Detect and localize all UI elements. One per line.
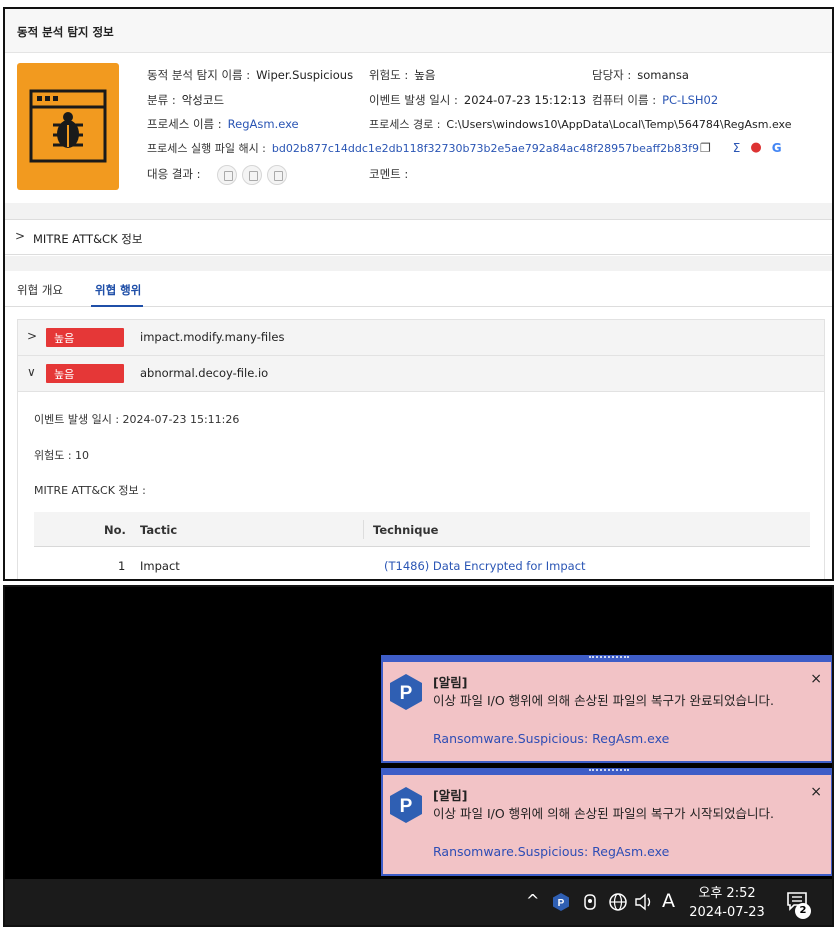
- tab-active-indicator: [91, 305, 143, 307]
- category-field: 분류 : 악성코드: [147, 93, 225, 107]
- clock-date: 2024-07-23: [689, 905, 765, 920]
- detection-panel: 동적 분석 탐지 정보 동적 분석 탐지 이름 : Wiper.Suspiciou…: [3, 7, 834, 581]
- privacy-logo-icon: P: [390, 787, 422, 823]
- threat-list: > 높음 impact.modify.many-files ∨ 높음 abnor…: [17, 319, 825, 579]
- tab-bar: 위협 개요 위협 행위: [5, 271, 832, 307]
- threat-row[interactable]: ∨ 높음 abnormal.decoy-file.io: [18, 356, 824, 392]
- privacy-logo-icon: P: [390, 674, 422, 710]
- sigma-icon[interactable]: Σ: [733, 141, 741, 155]
- toast-source: Ransomware.Suspicious: RegAsm.exe: [433, 731, 670, 746]
- notification-toast[interactable]: P [알림] 이상 파일 I/O 행위에 의해 손상된 파일의 복구가 완료되었…: [381, 655, 832, 763]
- row-tactic: Impact: [140, 559, 180, 573]
- detail-event-time: 이벤트 발생 일시 : 2024-07-23 15:11:26: [34, 413, 240, 426]
- table-header: No. Tactic Technique: [34, 512, 810, 547]
- svg-text:P: P: [558, 898, 565, 909]
- notification-toast[interactable]: P [알림] 이상 파일 I/O 행위에 의해 손상된 파일의 복구가 시작되었…: [381, 768, 832, 876]
- col-technique: Technique: [373, 523, 439, 537]
- taskbar: ^ P A 오후 2:52 2024-07-23 2: [5, 879, 832, 925]
- chevron-up-icon[interactable]: ^: [526, 891, 539, 910]
- computer-name-link[interactable]: PC-LSH02: [662, 93, 718, 107]
- svg-text:P: P: [400, 796, 413, 817]
- svg-text:P: P: [400, 683, 413, 704]
- toast-title: [알림]: [433, 675, 468, 690]
- google-icon[interactable]: G: [772, 141, 782, 155]
- network-globe-icon[interactable]: [608, 892, 628, 912]
- copy-icon[interactable]: ❐: [700, 141, 711, 155]
- toast-source: Ransomware.Suspicious: RegAsm.exe: [433, 844, 670, 859]
- detect-name-field: 동적 분석 탐지 이름 : Wiper.Suspicious: [147, 68, 354, 82]
- detail-mitre-label: MITRE ATT&CK 정보 :: [34, 484, 146, 497]
- computer-name-field: 컴퓨터 이름 : PC-LSH02: [592, 93, 719, 107]
- hash-tools: ❐ Σ ● G: [700, 140, 782, 155]
- process-path-field: 프로세스 경로 : C:\Users\windows10\AppData\Loca…: [369, 118, 792, 131]
- threat-name: abnormal.decoy-file.io: [140, 366, 269, 380]
- row-no: 1: [118, 559, 126, 573]
- hash-field: 프로세스 실행 파일 해시 : bd02b877c14ddc1e2db118f32…: [147, 142, 700, 155]
- comment-field: 코멘트 :: [369, 167, 409, 181]
- event-time-field: 이벤트 발생 일시 :2024-07-23 15:12:13: [369, 93, 587, 107]
- divider: [5, 203, 832, 219]
- close-icon[interactable]: ×: [810, 784, 822, 800]
- toast-message: 이상 파일 I/O 행위에 의해 손상된 파일의 복구가 시작되었습니다.: [433, 806, 774, 821]
- detail-risk: 위험도 : 10: [34, 449, 90, 462]
- mitre-section-toggle[interactable]: > MITRE ATT&CK 정보: [5, 219, 832, 255]
- risk-badge: 높음: [46, 364, 124, 383]
- process-name-link[interactable]: RegAsm.exe: [228, 117, 299, 131]
- hash-link[interactable]: bd02b877c14ddc1e2db118f32730b73b2e5ae792…: [272, 142, 699, 155]
- col-separator: [363, 520, 364, 539]
- virustotal-icon[interactable]: ●: [750, 140, 761, 155]
- malware-bug-icon: [17, 63, 119, 190]
- divider: [5, 256, 832, 271]
- close-icon[interactable]: ×: [810, 671, 822, 687]
- panel-title: 동적 분석 탐지 정보: [17, 25, 114, 39]
- privacy-tray-icon[interactable]: P: [552, 892, 570, 912]
- toast-message: 이상 파일 I/O 행위에 의해 손상된 파일의 복구가 완료되었습니다.: [433, 693, 774, 708]
- chevron-down-icon: ∨: [27, 365, 36, 379]
- tab-threat-overview[interactable]: 위협 개요: [17, 282, 63, 298]
- notification-count-badge: 2: [795, 903, 811, 919]
- process-name-field: 프로세스 이름 : RegAsm.exe: [147, 117, 299, 131]
- risk-field: 위험도 : 높음: [369, 68, 436, 82]
- response-field: 대응 결과 :: [147, 167, 201, 181]
- response-icons: [217, 165, 287, 185]
- chevron-right-icon: >: [27, 329, 38, 343]
- file-icon[interactable]: [217, 165, 237, 185]
- chevron-right-icon: >: [15, 229, 26, 243]
- risk-badge: 높음: [46, 328, 124, 347]
- grip-handle[interactable]: [589, 656, 629, 660]
- meet-now-icon[interactable]: [582, 893, 598, 911]
- volume-icon[interactable]: [634, 893, 654, 911]
- ime-indicator[interactable]: A: [662, 890, 675, 912]
- toast-title: [알림]: [433, 788, 468, 803]
- clock[interactable]: 오후 2:52 2024-07-23: [688, 884, 766, 922]
- desktop-area: P [알림] 이상 파일 I/O 행위에 의해 손상된 파일의 복구가 완료되었…: [3, 585, 834, 927]
- owner-field: 담당자 : somansa: [592, 68, 689, 82]
- tab-threat-behavior[interactable]: 위협 행위: [95, 282, 141, 298]
- technique-link[interactable]: (T1486) Data Encrypted for Impact: [384, 559, 586, 573]
- threat-row[interactable]: > 높음 impact.modify.many-files: [18, 320, 824, 356]
- col-no: No.: [104, 523, 126, 537]
- gear-icon[interactable]: [267, 165, 287, 185]
- clock-time: 오후 2:52: [698, 886, 756, 901]
- threat-name: impact.modify.many-files: [140, 330, 285, 344]
- grip-handle[interactable]: [589, 769, 629, 773]
- laptop-icon[interactable]: [242, 165, 262, 185]
- panel-header: 동적 분석 탐지 정보: [5, 9, 832, 53]
- col-tactic: Tactic: [140, 523, 178, 537]
